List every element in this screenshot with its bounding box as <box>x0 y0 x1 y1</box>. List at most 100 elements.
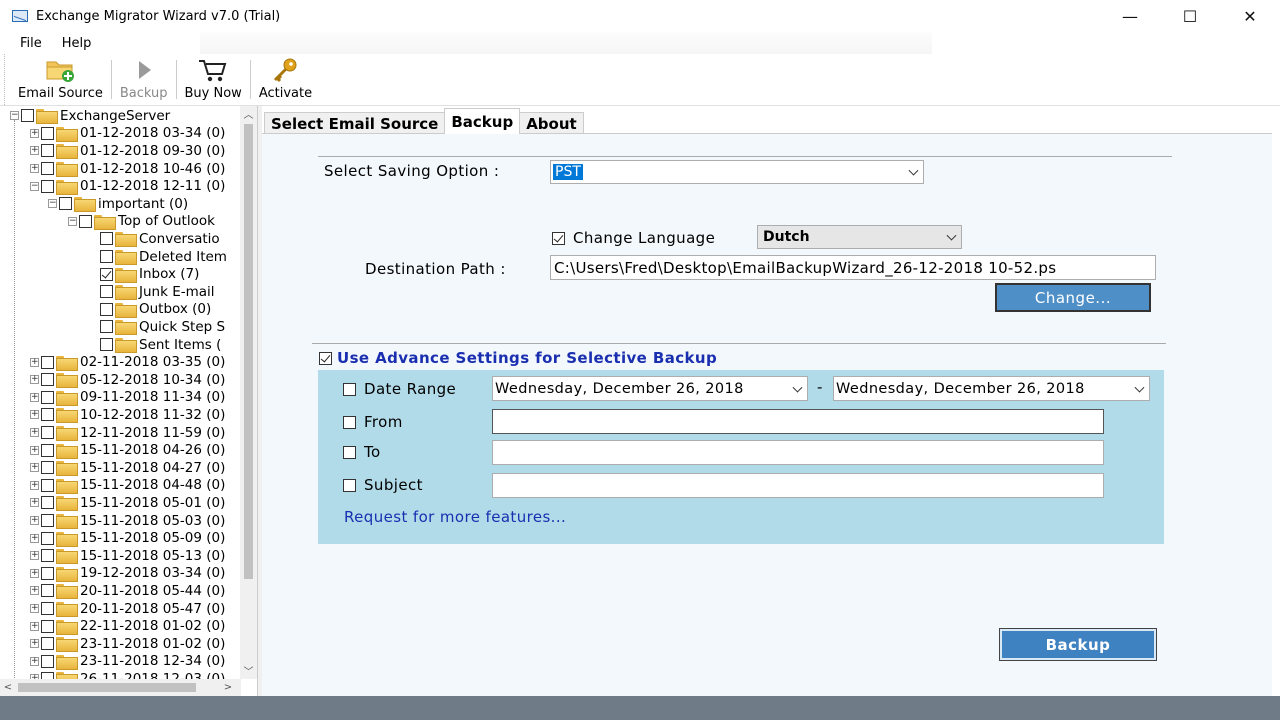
checkbox-icon[interactable] <box>41 531 54 545</box>
expand-icon[interactable]: + <box>30 586 39 596</box>
language-select[interactable]: Dutch <box>757 225 962 249</box>
tree-item[interactable]: Deleted Item <box>100 248 227 266</box>
expand-icon[interactable]: + <box>30 146 39 156</box>
backup-toolbar-button[interactable]: Backup <box>114 54 174 105</box>
expand-icon[interactable]: + <box>30 480 39 490</box>
checkbox-icon[interactable] <box>41 514 54 528</box>
destination-path-field[interactable]: C:\Users\Fred\Desktop\EmailBackupWizard_… <box>550 255 1156 280</box>
subject-field[interactable] <box>492 473 1104 498</box>
checkbox-icon[interactable] <box>100 338 113 352</box>
checkbox-icon[interactable] <box>41 179 54 193</box>
close-button[interactable]: ✕ <box>1220 0 1280 32</box>
checkbox-icon[interactable] <box>41 144 54 158</box>
folder-tree[interactable]: − ExchangeServer +01-12-2018 03-34 (0) +01-… <box>0 106 258 696</box>
maximize-button[interactable]: ☐ <box>1160 0 1220 32</box>
scroll-up-icon[interactable]: ︿ <box>240 106 257 122</box>
expand-icon[interactable]: + <box>30 656 39 666</box>
tree-item[interactable]: Quick Step S <box>100 318 225 336</box>
hscroll-thumb[interactable] <box>18 683 196 692</box>
tree-item[interactable]: +12-11-2018 11-59 (0) <box>30 424 225 442</box>
horizontal-scrollbar[interactable]: < > <box>0 679 241 696</box>
to-field[interactable] <box>492 440 1104 465</box>
saving-option-select[interactable]: PST <box>550 160 924 184</box>
to-checkbox[interactable]: To <box>343 443 381 461</box>
checkbox-icon[interactable] <box>41 390 54 404</box>
tab-select-email-source[interactable]: Select Email Source <box>264 112 446 134</box>
expand-icon[interactable]: + <box>30 375 39 385</box>
scroll-left-icon[interactable]: < <box>0 679 16 696</box>
menu-help[interactable]: Help <box>52 36 102 51</box>
scroll-thumb[interactable] <box>244 124 253 579</box>
expand-icon[interactable]: + <box>30 498 39 508</box>
expand-icon[interactable]: + <box>30 463 39 473</box>
activate-button[interactable]: Activate <box>253 54 318 105</box>
tree-item[interactable]: − 01-12-2018 12-11 (0) <box>30 177 225 195</box>
tree-item[interactable]: +19-12-2018 03-34 (0) <box>30 565 225 583</box>
collapse-icon[interactable]: − <box>10 111 19 121</box>
date-range-checkbox[interactable]: Date Range <box>343 380 456 398</box>
tree-item[interactable]: Inbox (7) <box>100 265 199 283</box>
tree-item[interactable]: +15-11-2018 05-01 (0) <box>30 494 225 512</box>
checkbox-icon[interactable] <box>21 109 34 123</box>
date-from-picker[interactable]: Wednesday, December 26, 2018 <box>492 376 808 401</box>
checkbox-icon[interactable] <box>41 496 54 510</box>
tree-item[interactable]: +15-11-2018 05-13 (0) <box>30 547 225 565</box>
scroll-right-icon[interactable]: > <box>220 679 236 696</box>
tree-item[interactable]: − important (0) <box>48 195 188 213</box>
checkbox-icon[interactable] <box>41 408 54 422</box>
checkbox-icon[interactable] <box>79 214 92 228</box>
tree-item[interactable]: +02-11-2018 03-35 (0) <box>30 353 225 371</box>
checkbox-icon[interactable] <box>41 126 54 140</box>
change-language-checkbox[interactable]: Change Language <box>552 229 715 247</box>
advance-settings-checkbox[interactable]: Use Advance Settings for Selective Backu… <box>319 349 717 367</box>
expand-icon[interactable]: + <box>30 445 39 455</box>
checkbox-icon[interactable] <box>41 426 54 440</box>
collapse-icon[interactable]: − <box>48 199 57 209</box>
expand-icon[interactable]: + <box>30 604 39 614</box>
change-path-button[interactable]: Change... <box>995 283 1151 312</box>
menu-file[interactable]: File <box>0 36 52 51</box>
checkbox-icon[interactable] <box>41 461 54 475</box>
tree-item[interactable]: +15-11-2018 04-26 (0) <box>30 441 225 459</box>
checkbox-icon[interactable] <box>41 162 54 176</box>
vertical-scrollbar[interactable]: ︿ ﹀ <box>240 106 257 679</box>
checkbox-icon[interactable] <box>100 267 113 281</box>
expand-icon[interactable]: + <box>30 410 39 420</box>
tree-item[interactable]: +09-11-2018 11-34 (0) <box>30 389 225 407</box>
tree-item[interactable]: +01-12-2018 10-46 (0) <box>30 160 225 178</box>
tree-item[interactable]: +20-11-2018 05-47 (0) <box>30 600 225 618</box>
expand-icon[interactable]: + <box>30 128 39 138</box>
checkbox-icon[interactable] <box>41 637 54 651</box>
tree-item[interactable]: Outbox (0) <box>100 301 211 319</box>
checkbox-icon[interactable] <box>41 355 54 369</box>
tree-item[interactable]: +01-12-2018 03-34 (0) <box>30 125 225 143</box>
tab-backup[interactable]: Backup <box>444 108 521 134</box>
email-source-button[interactable]: Email Source <box>12 54 109 105</box>
expand-icon[interactable]: + <box>30 164 39 174</box>
tree-item[interactable]: +05-12-2018 10-34 (0) <box>30 371 225 389</box>
checkbox-icon[interactable] <box>41 584 54 598</box>
checkbox-icon[interactable] <box>100 320 113 334</box>
tree-item[interactable]: +10-12-2018 11-32 (0) <box>30 406 225 424</box>
tree-item[interactable]: − Top of Outlook <box>68 213 215 231</box>
checkbox-icon[interactable] <box>100 285 113 299</box>
expand-icon[interactable]: + <box>30 392 39 402</box>
minimize-button[interactable]: — <box>1100 0 1160 32</box>
tree-item[interactable]: +20-11-2018 05-44 (0) <box>30 582 225 600</box>
tree-item[interactable]: +15-11-2018 05-03 (0) <box>30 512 225 530</box>
more-features-link[interactable]: Request for more features... <box>344 508 566 526</box>
expand-icon[interactable]: + <box>30 357 39 367</box>
expand-icon[interactable]: + <box>30 428 39 438</box>
collapse-icon[interactable]: − <box>30 181 39 191</box>
expand-icon[interactable]: + <box>30 516 39 526</box>
from-field[interactable] <box>492 409 1104 434</box>
subject-checkbox[interactable]: Subject <box>343 476 423 494</box>
expand-icon[interactable]: + <box>30 533 39 543</box>
expand-icon[interactable]: + <box>30 621 39 631</box>
tree-item[interactable]: +15-11-2018 04-27 (0) <box>30 459 225 477</box>
checkbox-icon[interactable] <box>100 250 113 264</box>
scroll-down-icon[interactable]: ﹀ <box>240 663 257 679</box>
date-to-picker[interactable]: Wednesday, December 26, 2018 <box>833 376 1150 401</box>
checkbox-icon[interactable] <box>41 549 54 563</box>
checkbox-icon[interactable] <box>41 602 54 616</box>
